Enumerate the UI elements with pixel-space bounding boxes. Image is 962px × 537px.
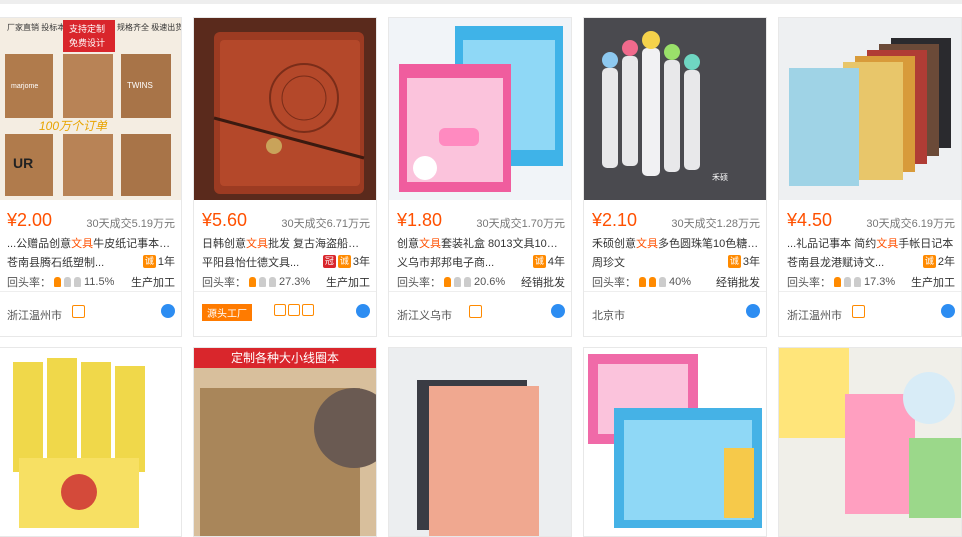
chat-icon[interactable] <box>551 304 565 318</box>
svg-text:规格齐全 极速出货: 规格齐全 极速出货 <box>117 22 181 32</box>
product-title[interactable]: 创意文具套装礼盒 8013文具10件套... <box>397 235 565 251</box>
product-price: ¥2.00 <box>7 210 53 230</box>
product-price: ¥1.80 <box>397 210 443 230</box>
product-image[interactable] <box>389 348 571 537</box>
membership-years: 冠诚 3年 <box>322 254 370 268</box>
monthly-sales: 30天成交1.70万元 <box>476 218 565 230</box>
product-image[interactable]: 厂家直销 投标本子 支持定制 免费设计 规格齐全 极速出货 marjome TW… <box>0 18 181 200</box>
svg-text:免费设计: 免费设计 <box>69 37 105 48</box>
business-type: 生产加工 <box>326 277 370 289</box>
shop-name[interactable]: 苍南县龙港赋诗文... <box>787 254 907 270</box>
membership-years: 诚 2年 <box>922 254 955 268</box>
location: 浙江温州市 <box>787 310 842 322</box>
chat-icon[interactable] <box>746 304 760 318</box>
product-card[interactable]: ¥5.60 30天成交6.71万元 日韩创意文具批发 复古海盗船笔记... 平阳… <box>193 17 377 337</box>
svg-text:UR: UR <box>13 155 33 171</box>
product-card[interactable]: ¥1.80 30天成交1.70万元 创意文具套装礼盒 8013文具10件套...… <box>388 17 572 337</box>
factory-badge: 源头工厂 <box>202 304 252 321</box>
monthly-sales: 30天成交6.19万元 <box>866 218 955 230</box>
repeat-rate: 回头率： 17.3% <box>787 276 896 289</box>
top-divider <box>0 0 962 4</box>
chat-icon[interactable] <box>356 304 370 318</box>
membership-icon: 诚 <box>922 254 936 268</box>
product-image[interactable] <box>194 348 376 537</box>
membership-years: 诚 3年 <box>727 254 760 268</box>
business-type: 生产加工 <box>131 277 175 289</box>
service-icons <box>274 304 314 316</box>
product-card[interactable] <box>778 347 962 537</box>
monthly-sales: 30天成交1.28万元 <box>671 218 760 230</box>
product-image[interactable] <box>194 18 376 200</box>
repeat-rate: 回头率： 11.5% <box>7 276 115 289</box>
product-image[interactable] <box>584 348 766 537</box>
svg-text:marjome: marjome <box>11 83 38 90</box>
product-title[interactable]: 日韩创意文具批发 复古海盗船笔记... <box>202 235 370 251</box>
service-icon <box>302 304 314 316</box>
business-type: 生产加工 <box>911 277 955 289</box>
product-card[interactable]: 厂家直销 投标本子 支持定制 免费设计 规格齐全 极速出货 marjome TW… <box>0 17 182 337</box>
product-card[interactable] <box>583 347 767 537</box>
business-type: 经销批发 <box>716 277 760 289</box>
location: 浙江温州市 <box>7 310 62 322</box>
location: 浙江义乌市 <box>397 310 452 322</box>
product-card[interactable]: 禾硕 ¥2.10 30天成交1.28万元 禾硕创意文具多色圆珠笔10色糖果...… <box>583 17 767 337</box>
shop-name[interactable]: 平阳县怡仕德文具... <box>202 254 322 270</box>
promo-banner: 定制各种大小线圈本 <box>194 348 376 368</box>
service-icon <box>274 304 286 316</box>
product-card[interactable]: ¥4.50 30天成交6.19万元 ...礼品记事本 简约文具手帐日记本 苍南县… <box>778 17 962 337</box>
chat-icon[interactable] <box>161 304 175 318</box>
business-type: 经销批发 <box>521 277 565 289</box>
svg-text:支持定制: 支持定制 <box>69 23 105 34</box>
product-card[interactable] <box>0 347 182 537</box>
membership-icon: 诚 <box>727 254 741 268</box>
chat-icon[interactable] <box>941 304 955 318</box>
product-card[interactable] <box>388 347 572 537</box>
shop-name[interactable]: 义乌市邦邦电子商... <box>397 254 517 270</box>
membership-icon: 诚 <box>142 254 156 268</box>
product-image[interactable]: 禾硕 <box>584 18 766 200</box>
verified-icon <box>469 305 482 318</box>
location: 北京市 <box>592 310 625 322</box>
product-image[interactable] <box>0 348 181 537</box>
repeat-rate: 回头率： 27.3% <box>202 276 311 289</box>
product-image[interactable] <box>779 18 961 200</box>
product-title[interactable]: 禾硕创意文具多色圆珠笔10色糖果... <box>592 235 760 251</box>
repeat-rate: 回头率： 20.6% <box>397 276 506 289</box>
membership-years: 诚 4年 <box>532 254 565 268</box>
verified-icon <box>72 305 85 318</box>
product-image[interactable] <box>779 348 961 537</box>
shop-name[interactable]: 苍南县腾石纸塑制... <box>7 254 127 270</box>
crown-icon: 冠 <box>322 254 336 268</box>
product-title[interactable]: ...礼品记事本 简约文具手帐日记本 <box>787 235 955 251</box>
product-card[interactable]: 定制各种大小线圈本 <box>193 347 377 537</box>
product-price: ¥4.50 <box>787 210 833 230</box>
product-price: ¥5.60 <box>202 210 248 230</box>
membership-icon: 诚 <box>532 254 546 268</box>
monthly-sales: 30天成交6.71万元 <box>281 218 370 230</box>
product-title[interactable]: ...公赠品创意文具牛皮纸记事本定做 <box>7 235 175 251</box>
svg-text:100万个订单: 100万个订单 <box>39 119 108 133</box>
svg-text:TWINS: TWINS <box>127 81 153 90</box>
service-icon <box>288 304 300 316</box>
verified-icon <box>852 305 865 318</box>
product-image[interactable] <box>389 18 571 200</box>
product-price: ¥2.10 <box>592 210 638 230</box>
repeat-rate: 回头率： 40% <box>592 276 692 289</box>
svg-text:禾硕: 禾硕 <box>712 173 728 182</box>
shop-name[interactable]: 周珍文 <box>592 254 712 270</box>
membership-years: 诚 1年 <box>142 254 175 268</box>
monthly-sales: 30天成交5.19万元 <box>86 218 175 230</box>
person-icon <box>54 277 61 287</box>
membership-icon: 诚 <box>337 254 351 268</box>
